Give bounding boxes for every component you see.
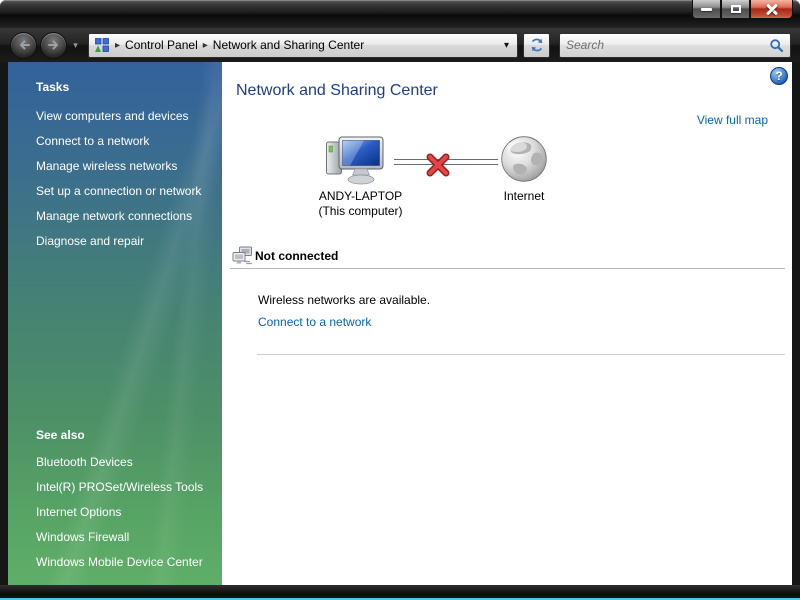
see-also-header: See also — [36, 428, 85, 442]
page-title: Network and Sharing Center — [236, 82, 438, 99]
sidebar-item-bluetooth[interactable]: Bluetooth Devices — [36, 450, 216, 475]
refresh-button[interactable] — [523, 32, 550, 58]
refresh-icon — [531, 38, 542, 52]
disconnected-x-icon[interactable] — [425, 152, 451, 178]
maximize-button[interactable] — [721, 0, 750, 19]
status-divider — [230, 268, 785, 269]
close-icon — [765, 3, 778, 16]
forward-arrow-icon — [47, 40, 58, 50]
close-button[interactable] — [750, 0, 793, 19]
sidebar-item-connect-network[interactable]: Connect to a network — [36, 129, 216, 154]
computer-icon[interactable] — [325, 136, 387, 188]
control-panel-icon — [95, 38, 109, 52]
sidebar-item-manage-connections[interactable]: Manage network connections — [36, 204, 216, 229]
search-box — [559, 32, 791, 58]
sidebar-item-manage-wireless[interactable]: Manage wireless networks — [36, 154, 216, 179]
breadcrumb-item-control-panel[interactable]: Control Panel — [125, 38, 198, 52]
sidebar-item-view-computers[interactable]: View computers and devices — [36, 104, 216, 129]
help-button[interactable]: ? — [770, 67, 788, 85]
window-controls — [692, 0, 793, 19]
view-full-map-link[interactable]: View full map — [697, 113, 768, 127]
sidebar-item-intel-proset[interactable]: Intel(R) PROSet/Wireless Tools — [36, 475, 216, 500]
internet-label: Internet — [503, 189, 545, 203]
computer-sub-label: (This computer) — [318, 204, 403, 218]
breadcrumb-item-network-sharing-center[interactable]: Network and Sharing Center — [213, 38, 364, 52]
search-icon[interactable] — [769, 38, 784, 53]
status-message: Wireless networks are available. — [258, 293, 431, 307]
minimize-icon — [701, 7, 712, 11]
tasks-header: Tasks — [36, 80, 70, 94]
breadcrumb-separator-icon: ▸ — [115, 39, 121, 51]
window-bottom-frame — [0, 585, 800, 600]
titlebar[interactable] — [0, 0, 800, 28]
navigation-bar: ▾ ▸ Control Panel ▸ Network and Sharing … — [0, 28, 800, 62]
sidebar-item-diagnose-repair[interactable]: Diagnose and repair — [36, 229, 216, 254]
sidebar: Tasks View computers and devices Connect… — [8, 62, 222, 585]
section-divider — [257, 354, 785, 355]
sidebar-item-internet-options[interactable]: Internet Options — [36, 500, 216, 525]
minimize-button[interactable] — [692, 0, 721, 19]
connect-to-network-link[interactable]: Connect to a network — [258, 315, 371, 329]
status-heading: Not connected — [255, 249, 339, 263]
sidebar-item-mobile-device-center[interactable]: Windows Mobile Device Center — [36, 550, 216, 575]
network-status-icon — [232, 246, 252, 265]
back-arrow-icon — [19, 40, 30, 50]
breadcrumb-dropdown-icon[interactable]: ▾ — [501, 40, 512, 51]
sidebar-item-windows-firewall[interactable]: Windows Firewall — [36, 525, 216, 550]
forward-button[interactable] — [40, 31, 67, 59]
breadcrumb-separator-icon: ▸ — [202, 39, 208, 51]
app-window: ▾ ▸ Control Panel ▸ Network and Sharing … — [0, 0, 800, 600]
back-button[interactable] — [10, 31, 37, 59]
internet-globe-icon[interactable] — [500, 135, 548, 183]
search-input[interactable] — [566, 38, 769, 52]
history-dropdown-button[interactable]: ▾ — [70, 40, 81, 51]
sidebar-item-setup-connection[interactable]: Set up a connection or network — [36, 179, 216, 204]
maximize-icon — [730, 5, 741, 13]
computer-name-label: ANDY-LAPTOP — [318, 189, 403, 203]
main-content: ? Network and Sharing Center View full m… — [222, 62, 792, 585]
breadcrumb[interactable]: ▸ Control Panel ▸ Network and Sharing Ce… — [88, 32, 518, 58]
window-body: Tasks View computers and devices Connect… — [8, 62, 792, 585]
see-also-section: See also Bluetooth Devices Intel(R) PROS… — [36, 428, 216, 575]
